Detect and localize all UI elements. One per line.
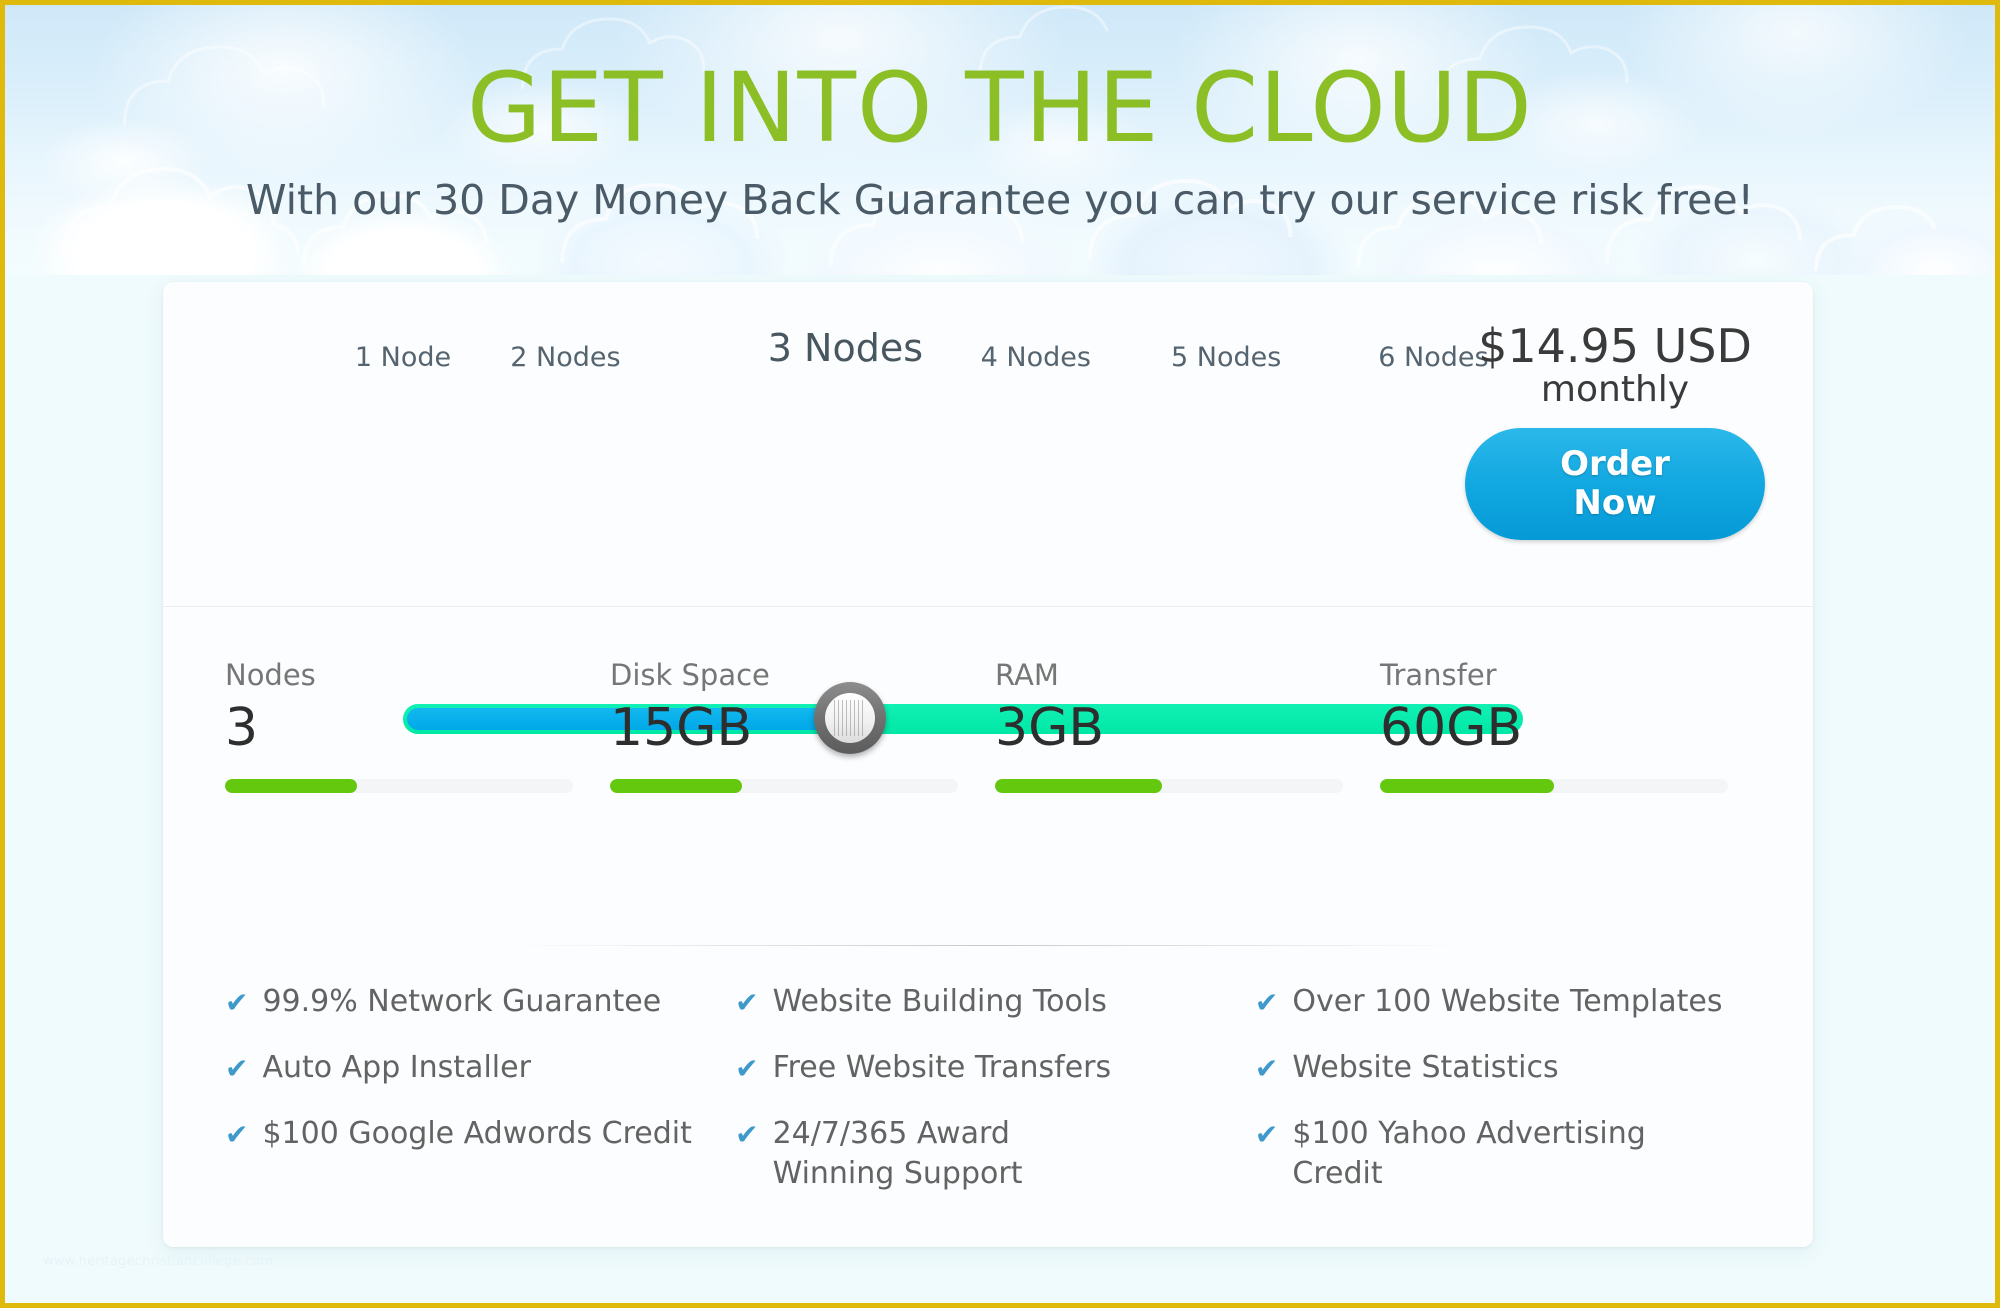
order-now-button[interactable]: Order Now [1465,427,1765,540]
pricing-card: 1 Node 2 Nodes 3 Nodes 4 Nodes 5 Nodes 6… [163,282,1813,1247]
list-item: ✔ $100 Google Adwords Credit [225,1114,711,1154]
feature-label: Over 100 Website Templates [1292,984,1723,1019]
feature-label: Website Building Tools [772,984,1107,1019]
check-icon: ✔ [1254,1117,1279,1151]
hero-section: GET INTO THE CLOUD With our 30 Day Money… [5,5,1995,275]
feature-label: Website Statistics [1292,1049,1559,1085]
spec-ram: RAM 3GB [995,658,1380,908]
spec-label: RAM [995,658,1059,692]
feature-label: Auto App Installer [262,1049,531,1085]
page-title: GET INTO THE CLOUD [467,52,1533,164]
spec-progress-bar [1380,779,1728,794]
list-item: ✔ Over 100 Website Templates [1255,982,1741,1022]
feature-divider [503,945,1473,946]
check-icon: ✔ [225,1117,249,1151]
check-icon: ✔ [225,1051,249,1085]
page-subtitle: With our 30 Day Money Back Guarantee you… [245,176,1754,224]
site-watermark: www.heritagechristiancollege.com [43,1254,274,1269]
list-item: ✔ 24/7/365 Award Winning Support [735,1114,1125,1194]
spec-value: 3GB [995,698,1105,758]
spec-progress-fill [995,779,1163,794]
spec-transfer: Transfer 60GB [1380,658,1765,908]
list-item: ✔ Free Website Transfers [735,1048,1231,1088]
list-item: ✔ Website Building Tools [735,982,1231,1022]
check-icon: ✔ [735,1117,759,1151]
slider-tick-labels: 1 Node 2 Nodes 3 Nodes 4 Nodes 5 Nodes 6… [355,326,1523,390]
price-period: monthly [1540,369,1690,411]
order-button-line-2: Now [1573,482,1657,523]
feature-column-2: ✔ Website Building Tools ✔ Free Website … [735,982,1255,1220]
list-item: ✔ Website Statistics [1255,1048,1741,1088]
check-icon: ✔ [1254,986,1279,1019]
list-item: ✔ $100 Yahoo Advertising Credit [1255,1114,1741,1194]
spec-label: Nodes [225,658,316,692]
feature-column-3: ✔ Over 100 Website Templates ✔ Website S… [1255,982,1765,1220]
order-button-line-1: Order [1560,443,1670,484]
feature-label: $100 Yahoo Advertising Credit [1292,1115,1646,1191]
spec-nodes: Nodes 3 [225,658,610,908]
feature-list: ✔ 99.9% Network Guarantee ✔ Auto App Ins… [163,982,1813,1220]
feature-label: 99.9% Network Guarantee [262,984,662,1019]
slider-tick-1-node[interactable]: 1 Node [355,342,451,373]
spec-value: 3 [225,698,259,758]
spec-disk-space: Disk Space 15GB [610,658,995,908]
check-icon: ✔ [1254,1051,1279,1085]
price-block: $14.95 USD monthly Order Now [1465,322,1765,540]
spec-progress-fill [1380,779,1554,794]
slider-tick-5-nodes[interactable]: 5 Nodes [1171,342,1281,373]
spec-label: Transfer [1380,658,1497,692]
feature-label: Free Website Transfers [772,1049,1112,1085]
page-root: GET INTO THE CLOUD With our 30 Day Money… [0,0,2000,1308]
check-icon: ✔ [735,1051,759,1085]
slider-tick-4-nodes[interactable]: 4 Nodes [981,342,1091,373]
feature-column-1: ✔ 99.9% Network Guarantee ✔ Auto App Ins… [225,982,735,1220]
check-icon: ✔ [225,986,249,1019]
feature-label: 24/7/365 Award Winning Support [772,1115,1023,1191]
slider-tick-2-nodes[interactable]: 2 Nodes [510,342,620,373]
node-slider-panel: 1 Node 2 Nodes 3 Nodes 4 Nodes 5 Nodes 6… [163,282,1813,754]
spec-value: 60GB [1380,698,1523,758]
slider-tick-3-nodes[interactable]: 3 Nodes [768,326,923,370]
check-icon: ✔ [735,986,759,1019]
list-item: ✔ 99.9% Network Guarantee [225,982,711,1022]
list-item: ✔ Auto App Installer [225,1048,711,1088]
price-amount: $14.95 USD [1478,319,1752,373]
spec-progress-fill [610,779,743,794]
specs-row: Nodes 3 Disk Space 15GB RAM 3GB Transfer… [163,608,1813,908]
spec-value: 15GB [610,698,753,758]
spec-progress-bar [610,779,958,794]
spec-progress-bar [995,779,1343,794]
feature-label: $100 Google Adwords Credit [262,1115,692,1151]
spec-progress-bar [225,779,573,794]
spec-progress-fill [225,779,358,794]
spec-label: Disk Space [610,658,770,692]
